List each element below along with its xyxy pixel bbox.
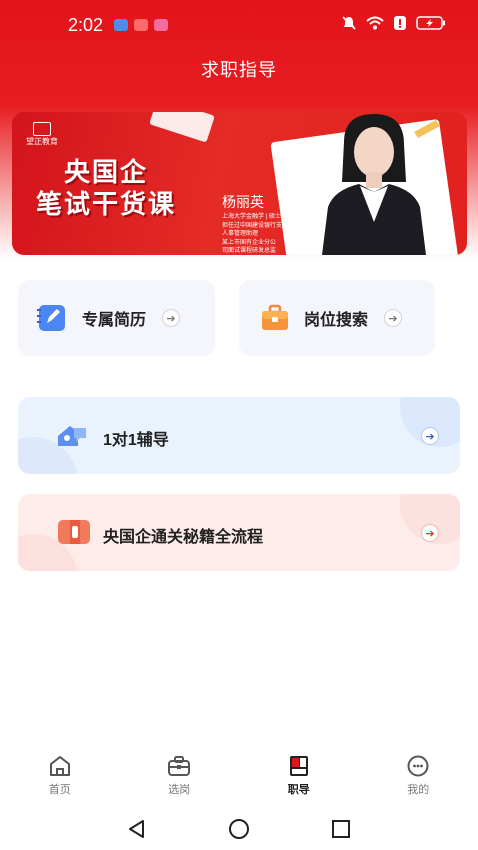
brand-name: 望正教育 [26, 137, 58, 146]
battery-icon [416, 16, 445, 30]
notification-blue-icon [114, 19, 128, 31]
briefcase-icon [168, 756, 191, 776]
notification-icons [114, 19, 168, 31]
tab-jobs[interactable]: 选岗 [120, 755, 240, 810]
tutoring-card[interactable]: 1对1辅导 ➔ [18, 397, 460, 474]
arrow-right-icon: ➔ [421, 524, 439, 542]
home-button-icon[interactable] [228, 818, 250, 840]
tutoring-card-label: 1对1辅导 [103, 432, 169, 449]
back-icon[interactable] [127, 819, 147, 839]
teacher-photo [322, 114, 440, 255]
guide-book-icon [289, 756, 308, 776]
home-icon [49, 756, 70, 776]
job-search-card[interactable]: 岗位搜索 ➔ [239, 280, 435, 356]
notification-red-icon [134, 19, 148, 31]
teacher-name: 杨丽英 [222, 194, 264, 210]
arrow-right-icon: ➔ [162, 309, 181, 327]
recents-icon[interactable] [331, 819, 351, 839]
teacher-bio-line: 某上市国有企业分公 [222, 239, 277, 246]
tab-home[interactable]: 首页 [0, 755, 120, 810]
bottom-tab-bar: 首页 选岗 职导 我的 [0, 755, 478, 810]
notification-pink-icon [154, 19, 168, 31]
teacher-bio-line: 司面试课程研发总监 [222, 248, 277, 254]
system-navigation-bar [0, 812, 478, 850]
teacher-bio: 上海大学金融学 | 硕士 担任过中国建设银行支行 人事管理助理 某上市国有企业分… [222, 213, 288, 255]
tab-profile-label: 我的 [407, 784, 430, 796]
tab-profile[interactable]: 我的 [359, 755, 478, 810]
tab-guide[interactable]: 职导 [239, 755, 359, 810]
status-icons [342, 16, 446, 30]
resume-card-label: 专属简历 [82, 312, 147, 329]
arrow-right-icon: ➔ [384, 309, 403, 327]
guide-card-label: 央国企通关秘籍全流程 [103, 529, 264, 546]
tab-home-label: 首页 [48, 784, 71, 796]
resume-card[interactable]: 专属简历 ➔ [18, 280, 215, 356]
banner-headline-2: 笔试干货课 [36, 190, 177, 220]
brand-logo: 望正教育 [26, 122, 58, 147]
page-title: 求职指导 [201, 60, 277, 80]
mute-icon [342, 16, 356, 30]
course-banner[interactable]: 望正教育 央国企 笔试干货课 杨丽英 上海大学金融学 | 硕士 担任过中国建设银… [12, 112, 467, 255]
tab-guide-label: 职导 [287, 784, 310, 796]
status-bar: 2:02 [0, 0, 478, 50]
arrow-right-icon: ➔ [421, 427, 439, 445]
tab-jobs-label: 选岗 [168, 784, 191, 796]
profile-face-icon [407, 755, 429, 777]
tutoring-icon [58, 426, 86, 446]
teacher-bio-line: 人事管理助理 [222, 231, 259, 237]
status-time: 2:02 [68, 15, 104, 35]
guide-book-icon [58, 520, 90, 544]
briefcase-search-icon [262, 304, 288, 330]
guide-card[interactable]: 央国企通关秘籍全流程 ➔ [18, 494, 460, 571]
teacher-bio-line: 上海大学金融学 | 硕士 [222, 214, 281, 220]
alert-icon [394, 16, 406, 30]
brand-logo-icon [33, 122, 51, 136]
resume-edit-icon [37, 305, 65, 331]
job-search-card-label: 岗位搜索 [304, 312, 369, 329]
wifi-icon [366, 16, 384, 30]
banner-paper-decoration [149, 112, 215, 143]
teacher-bio-line: 担任过中国建设银行支行 [222, 222, 289, 229]
